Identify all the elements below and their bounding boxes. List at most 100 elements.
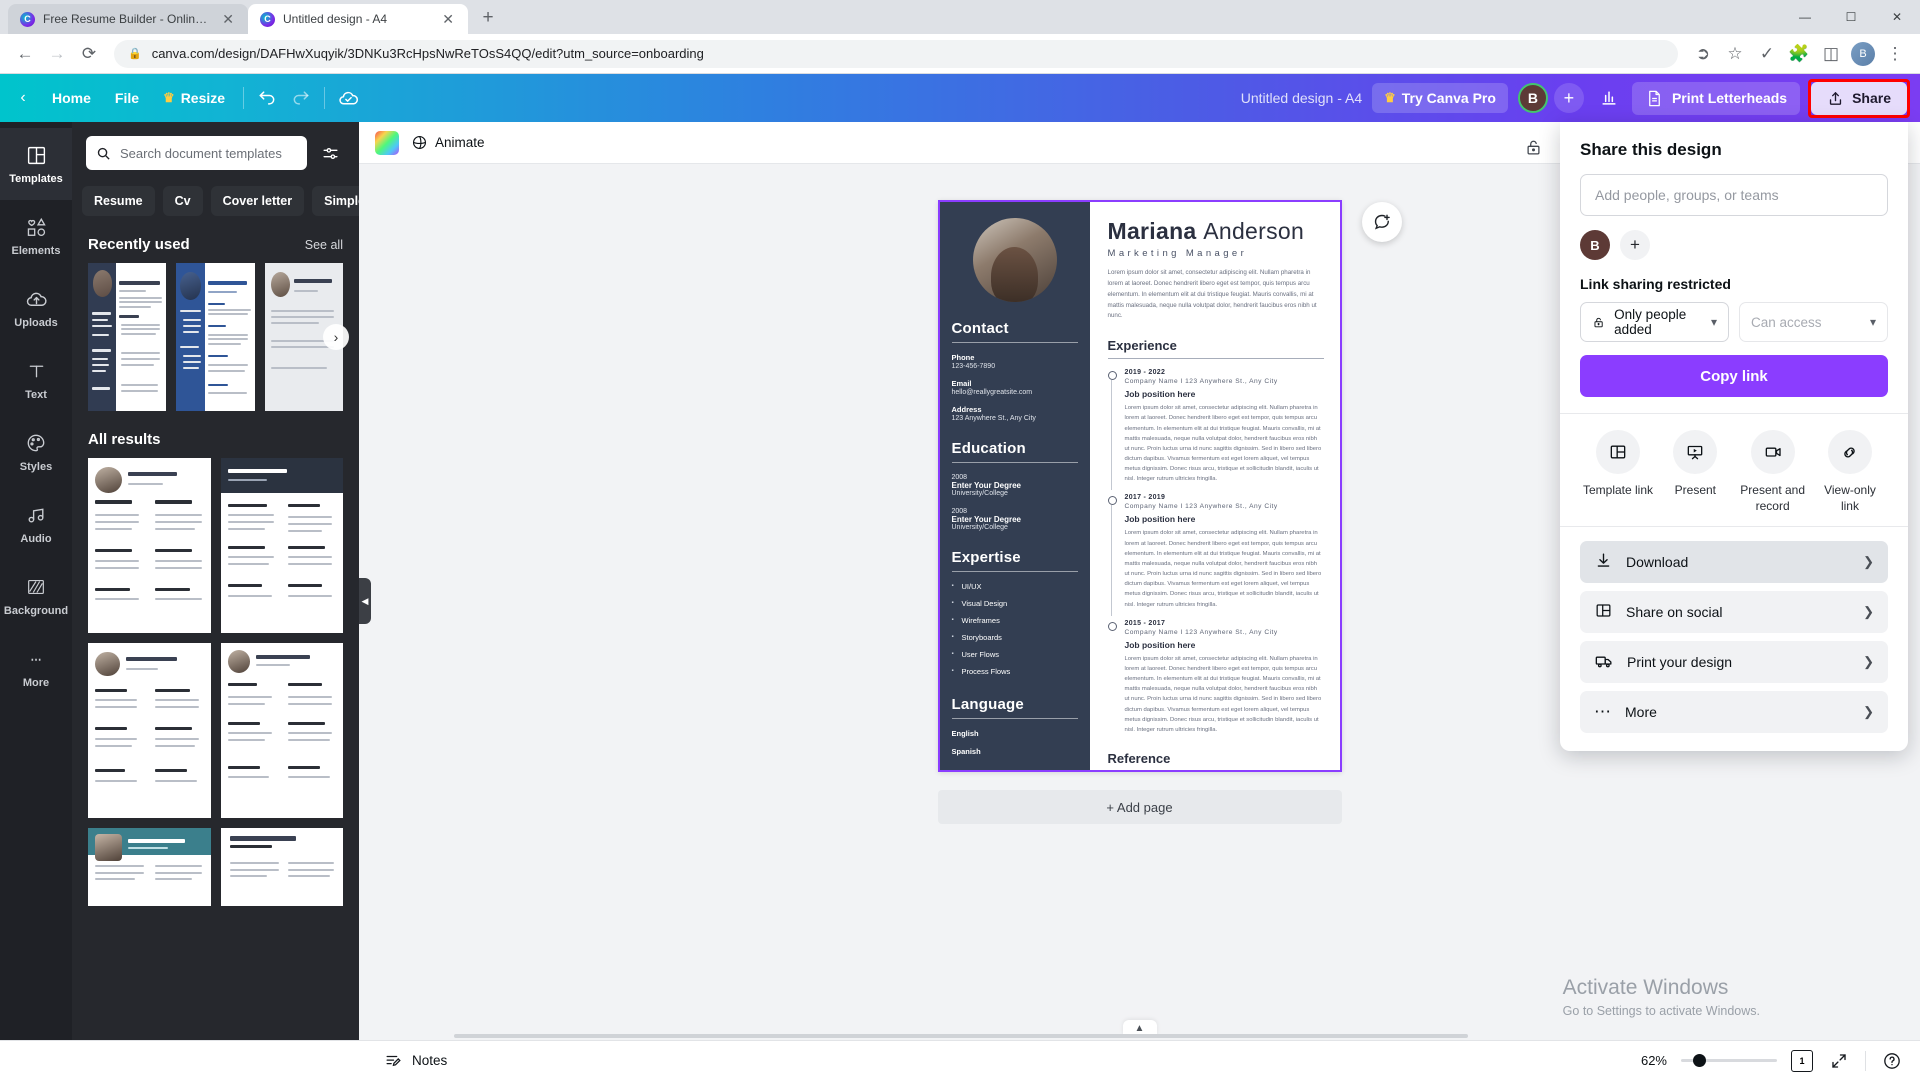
horizontal-scrollbar[interactable] <box>360 1032 1920 1040</box>
page-count-button[interactable]: 1 <box>1791 1049 1813 1072</box>
add-people-input[interactable]: Add people, groups, or teams <box>1580 174 1888 216</box>
canva-favicon: C <box>260 11 275 27</box>
file-menu-button[interactable]: File <box>103 83 151 113</box>
add-collaborator-button[interactable]: + <box>1553 83 1584 113</box>
animate-button[interactable]: Animate <box>411 134 485 151</box>
share-icon[interactable]: ➲ <box>1688 39 1718 69</box>
sidebar-item-text[interactable]: Text <box>0 344 72 416</box>
extensions-icon[interactable]: 🧩 <box>1784 39 1814 69</box>
back-to-home-icon[interactable]: ‹ <box>6 81 40 115</box>
sidebar-item-styles[interactable]: Styles <box>0 416 72 488</box>
share-action-rows: Download ❯ Share on social ❯ Print your … <box>1580 541 1888 734</box>
experience-company: Company Name I 123 Anywhere St., Any Cit… <box>1124 503 1278 511</box>
template-result[interactable] <box>220 458 343 633</box>
window-close-icon[interactable]: ✕ <box>1874 0 1920 34</box>
scrollbar-thumb[interactable] <box>453 1034 1468 1038</box>
sidepanel-icon[interactable]: ◫ <box>1816 39 1846 69</box>
recent-next-icon[interactable]: › <box>323 324 349 350</box>
more-row[interactable]: ⋯ More ❯ <box>1580 691 1888 734</box>
chip-cv[interactable]: Cv <box>162 186 203 216</box>
chip-resume[interactable]: Resume <box>82 186 155 216</box>
view-only-link-icon <box>1827 430 1872 474</box>
chip-cover-letter[interactable]: Cover letter <box>210 186 305 216</box>
browser-tab-2[interactable]: C Untitled design - A4 ✕ <box>248 4 468 34</box>
avatar[interactable]: B <box>1517 83 1548 113</box>
resume-name-last: Anderson <box>1203 218 1305 244</box>
sidebar-item-uploads[interactable]: Uploads <box>0 272 72 344</box>
forward-icon[interactable]: → <box>42 39 72 69</box>
print-your-design-row[interactable]: Print your design ❯ <box>1580 641 1888 684</box>
template-result[interactable] <box>220 828 343 906</box>
check-icon[interactable]: ✓ <box>1752 39 1782 69</box>
document-title[interactable]: Untitled design - A4 <box>1241 90 1362 106</box>
bookmark-star-icon[interactable]: ☆ <box>1720 39 1750 69</box>
add-comment-icon[interactable] <box>1361 202 1402 242</box>
see-all-link[interactable]: See all <box>305 238 343 252</box>
color-swatch[interactable] <box>375 130 399 155</box>
quick-action-present-and-record[interactable]: Present and record <box>1737 430 1809 514</box>
share-on-social-row[interactable]: Share on social ❯ <box>1580 591 1888 634</box>
zoom-slider-knob[interactable] <box>1693 1054 1706 1067</box>
quick-action-template-link[interactable]: Template link <box>1582 430 1654 514</box>
add-person-button[interactable]: + <box>1620 230 1650 260</box>
sidebar-item-background[interactable]: Background <box>0 560 72 632</box>
sidebar-item-templates[interactable]: Templates <box>0 128 72 200</box>
zoom-slider[interactable] <box>1681 1054 1777 1067</box>
sidebar-item-audio[interactable]: Audio <box>0 488 72 560</box>
access-select[interactable]: Only people added ▾ <box>1580 302 1729 342</box>
template-result[interactable] <box>220 643 343 818</box>
browser-tab-1[interactable]: C Free Resume Builder - Online Res ✕ <box>8 4 248 34</box>
collapse-panel-handle[interactable]: ◀ <box>359 578 371 624</box>
permission-select[interactable]: Can access ▾ <box>1739 302 1888 342</box>
more-menu-icon[interactable]: ⋮ <box>1880 39 1910 69</box>
copy-link-button[interactable]: Copy link <box>1580 355 1888 397</box>
download-row[interactable]: Download ❯ <box>1580 541 1888 584</box>
undo-icon[interactable] <box>250 81 284 115</box>
filter-icon[interactable] <box>315 138 345 168</box>
template-thumbnail[interactable] <box>176 263 255 411</box>
chip-simple[interactable]: Simple <box>312 186 359 216</box>
profile-avatar[interactable]: B <box>1848 39 1878 69</box>
template-thumbnail[interactable] <box>88 263 167 411</box>
fullscreen-icon[interactable] <box>1827 1049 1851 1073</box>
template-result[interactable] <box>88 643 211 818</box>
sidebar-item-more[interactable]: ⋯ More <box>0 632 72 704</box>
chevron-right-icon: ❯ <box>1863 554 1874 570</box>
address-bar[interactable]: 🔒 canva.com/design/DAFHwXuqyik/3DNKu3RcH… <box>114 39 1678 68</box>
divider <box>1108 771 1324 772</box>
new-tab-button[interactable]: + <box>474 4 502 32</box>
share-button[interactable]: Share <box>1811 81 1907 115</box>
search-input[interactable]: Search document templates <box>86 136 307 170</box>
maximize-icon[interactable]: ☐ <box>1828 0 1874 34</box>
help-icon[interactable] <box>1880 1049 1904 1073</box>
quick-action-view-only-link[interactable]: View-only link <box>1814 430 1886 514</box>
divider <box>951 342 1078 343</box>
quick-action-present[interactable]: Present <box>1659 430 1731 514</box>
expertise-item: Visual Design <box>952 599 1078 608</box>
sidebar-item-elements[interactable]: Elements <box>0 200 72 272</box>
close-icon[interactable]: ✕ <box>218 10 238 28</box>
sidebar-item-label: Templates <box>9 173 63 185</box>
template-result[interactable] <box>88 458 211 633</box>
resize-button[interactable]: ♛ Resize <box>151 83 237 113</box>
design-page[interactable]: Contact Phone 123-456-7890 Email hello@r… <box>937 200 1342 772</box>
avatar[interactable]: B <box>1580 230 1610 260</box>
cloud-check-icon[interactable] <box>331 81 365 115</box>
redo-icon[interactable] <box>284 81 318 115</box>
home-button[interactable]: Home <box>40 83 103 113</box>
sidebar-item-label: Styles <box>19 461 53 473</box>
all-results-header: All results <box>72 411 359 458</box>
add-page-button[interactable]: + Add page <box>937 790 1342 824</box>
print-letterheads-button[interactable]: Print Letterheads <box>1631 81 1801 115</box>
template-result[interactable] <box>88 828 211 906</box>
experience-years: 2015 - 2017 <box>1124 619 1166 627</box>
close-icon[interactable]: ✕ <box>438 10 458 28</box>
back-icon[interactable]: ← <box>10 39 40 69</box>
lock-icon[interactable] <box>1522 136 1544 158</box>
insights-icon[interactable] <box>1592 81 1626 115</box>
reload-icon[interactable]: ⟳ <box>74 39 104 69</box>
try-canva-pro-button[interactable]: ♛ Try Canva Pro <box>1372 83 1508 113</box>
minimize-icon[interactable]: — <box>1782 0 1828 34</box>
notes-icon <box>386 1055 401 1067</box>
notes-button[interactable]: Notes <box>384 1051 447 1070</box>
